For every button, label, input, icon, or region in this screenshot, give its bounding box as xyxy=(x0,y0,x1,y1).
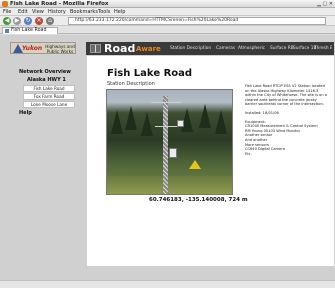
menu-edit[interactable]: Edit xyxy=(18,8,28,16)
menu-bookmarks[interactable]: Bookmarks xyxy=(70,8,98,16)
site-logo[interactable]: Yukon Highways and Public Works xyxy=(10,42,76,54)
page-subtitle: Station Description xyxy=(107,81,155,87)
logo-subtext: Highways and Public Works xyxy=(45,44,75,54)
tab-favicon xyxy=(5,29,9,33)
equipment-cabinet xyxy=(169,148,177,158)
sidebar-item-fox-farm-road[interactable]: Fox Farm Road xyxy=(23,93,75,100)
station-coordinates: 60.746183, -135.140008, 724 m xyxy=(149,197,248,203)
tab-surface-rb[interactable]: Surface RB xyxy=(270,45,294,52)
tree xyxy=(141,112,153,136)
description-paragraph: Fish Lake Road RTCIP ESS V2 Station loca… xyxy=(245,84,327,107)
tab-bar: Fish Lake Road xyxy=(0,26,335,34)
site-header: Road Aware Station Description Cameras A… xyxy=(86,42,334,55)
weather-mast xyxy=(163,96,168,194)
window-controls[interactable]: ▁ ▢ ✕ xyxy=(317,1,333,7)
menu-file[interactable]: File xyxy=(3,8,11,16)
status-bar xyxy=(0,280,335,288)
main-content: Fish Lake Road Station Description 60.74… xyxy=(87,56,334,266)
forward-icon[interactable]: ▶ xyxy=(13,17,21,25)
url-bar[interactable]: http://63.233.172.220/command=HTTMCSrene… xyxy=(68,17,326,25)
tab-thresh[interactable]: Thresh Bk BB xyxy=(314,45,332,52)
installed-date: Installed: 18/01/06 xyxy=(245,110,279,115)
header-title: Road xyxy=(104,42,136,55)
logo-text: Yukon xyxy=(22,45,43,52)
sidebar-item-fish-lake-road[interactable]: Fish Lake Road xyxy=(23,85,75,92)
station-description: Fish Lake Road RTCIP ESS V2 Station loca… xyxy=(245,84,327,156)
tab-atmospheric[interactable]: Atmospheric xyxy=(238,45,265,52)
sidebar-item-lone-moose-lane[interactable]: Lone Moose Lane xyxy=(23,101,75,108)
sensor-box xyxy=(177,120,184,127)
sidebar: Network Overview Alaska HWY 1 Fish Lake … xyxy=(19,63,75,121)
page-title: Fish Lake Road xyxy=(107,68,193,79)
station-photo xyxy=(106,89,233,195)
road-sign xyxy=(189,160,201,169)
header-title-accent: Aware xyxy=(136,45,161,53)
back-icon[interactable]: ◀ xyxy=(3,17,11,25)
navigation-toolbar: ◀ ▶ ↻ ✕ ⌂ http://63.233.172.220/command=… xyxy=(0,16,335,26)
tree xyxy=(199,104,211,128)
tab-cameras[interactable]: Cameras xyxy=(216,45,235,52)
tree xyxy=(111,110,123,134)
tree xyxy=(125,106,137,130)
equipment-item: Etc. xyxy=(245,151,252,156)
window-title-bar: Fish Lake Road - Mozilla Firefox ▁ ▢ ✕ xyxy=(0,0,335,8)
tab-surface-1b[interactable]: Surface 1B xyxy=(293,45,316,52)
browser-tab[interactable]: Fish Lake Road xyxy=(2,27,58,34)
menu-tools[interactable]: Tools xyxy=(98,8,110,16)
sidebar-heading-highway[interactable]: Alaska HWY 1 xyxy=(27,77,66,83)
stop-icon[interactable]: ✕ xyxy=(35,17,43,25)
url-text: http://63.233.172.220/command=HTTMCSrene… xyxy=(75,18,239,23)
tab-station-description[interactable]: Station Description xyxy=(170,45,211,52)
sidebar-heading-network[interactable]: Network Overview xyxy=(19,69,71,75)
firefox-icon xyxy=(2,1,8,7)
tree xyxy=(215,110,227,134)
reload-icon[interactable]: ↻ xyxy=(24,17,32,25)
mast-arm xyxy=(151,102,181,103)
home-icon[interactable]: ⌂ xyxy=(46,17,54,25)
tab-label: Fish Lake Road xyxy=(11,28,47,33)
menu-help[interactable]: Help xyxy=(114,8,125,16)
sidebar-help[interactable]: Help xyxy=(19,110,32,116)
menu-history[interactable]: History xyxy=(48,8,66,16)
menu-view[interactable]: View xyxy=(32,8,44,16)
mast-arm xyxy=(155,126,179,127)
menu-bar: File Edit View History Bookmarks Tools H… xyxy=(0,8,335,16)
road-icon xyxy=(90,44,101,53)
ground xyxy=(107,176,232,194)
window-title: Fish Lake Road - Mozilla Firefox xyxy=(10,1,109,7)
